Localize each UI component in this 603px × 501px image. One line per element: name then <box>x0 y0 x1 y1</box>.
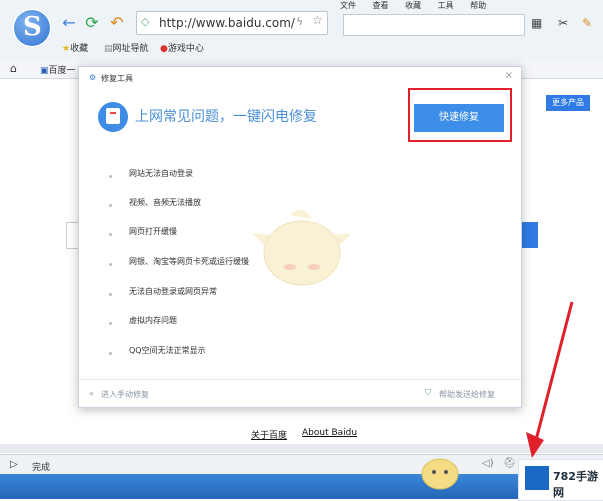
medical-kit-icon <box>98 102 128 132</box>
page-icon: ▤ <box>104 44 113 54</box>
star-icon[interactable]: ☆ <box>312 13 323 27</box>
send-feedback-link[interactable]: 帮助发送给修复 <box>439 389 495 400</box>
wrench-icon[interactable]: ✎ <box>582 16 592 30</box>
repair-tool-icon[interactable]: ⛑ <box>503 458 516 469</box>
issue-item: QQ空间无法正常显示 <box>129 346 206 355</box>
horizontal-scrollbar[interactable] <box>0 444 603 453</box>
watermark-text: 782手游网 <box>553 470 598 499</box>
bookmark-games[interactable]: ●游戏中心 <box>160 41 204 54</box>
issue-item: 网站无法自动登录 <box>129 169 193 178</box>
play-icon[interactable]: ▷ <box>10 459 18 470</box>
search-input[interactable] <box>343 14 525 36</box>
lightning-icon[interactable]: ϟ <box>296 15 303 28</box>
highlight-box <box>408 88 512 142</box>
url-text: http://www.baidu.com/ <box>159 16 295 30</box>
dialog-title: 修复工具 <box>101 74 133 83</box>
menu-bar: 文件 查看 收藏 工具 帮助 <box>340 0 603 12</box>
bullet <box>109 204 112 207</box>
dialog-footer: « 进入手动修复 ⛉ 帮助发送给修复 <box>79 379 521 408</box>
page-icon: ▣ <box>40 66 49 76</box>
bookmarks-bar: ★收藏 ▤网址导航 ●游戏中心 <box>0 36 603 58</box>
grid-icon[interactable]: ▦ <box>531 16 542 30</box>
bullet <box>109 233 112 236</box>
issue-item: 网页打开缓慢 <box>129 227 177 236</box>
bookmark-favorites[interactable]: ★收藏 <box>62 41 88 54</box>
issue-item: 无法自动登录或网页异常 <box>129 287 217 296</box>
status-bar: ▷ 完成 ◁) ⛑ <box>0 454 603 475</box>
red-arrow-annotation <box>526 301 574 458</box>
issue-item: 视频、音频无法播放 <box>129 198 201 207</box>
taskbar <box>0 474 603 499</box>
mascot-small-icon <box>421 458 459 490</box>
menu-tools[interactable]: 工具 <box>438 1 454 10</box>
bullet <box>109 352 112 355</box>
refresh-icon[interactable]: ⟳ <box>83 14 101 32</box>
speaker-icon[interactable]: ◁) <box>482 458 494 469</box>
mascot-watermark-icon <box>252 209 352 286</box>
back-icon[interactable]: ← <box>60 14 78 32</box>
about-baidu-link[interactable]: 关于百度 <box>251 428 287 441</box>
manual-fix-link[interactable]: 进入手动修复 <box>101 389 149 400</box>
search-button-edge[interactable] <box>520 222 538 248</box>
tool-icon: ⚙ <box>89 73 97 82</box>
close-icon[interactable]: × <box>505 70 513 81</box>
game-icon: ● <box>160 44 168 54</box>
more-products-button[interactable]: 更多产品 <box>546 95 590 111</box>
menu-help[interactable]: 帮助 <box>470 1 486 10</box>
shield-icon: ◇ <box>141 15 150 28</box>
menu-view[interactable]: 查看 <box>373 1 389 10</box>
status-text: 完成 <box>32 463 51 473</box>
issue-item: 虚拟内存问题 <box>129 316 177 325</box>
bullet <box>109 175 112 178</box>
tab-baidu[interactable]: ▣百度一 <box>40 63 76 76</box>
bookmark-nav[interactable]: ▤网址导航 <box>104 41 149 54</box>
menu-file[interactable]: 文件 <box>340 1 356 10</box>
bullet <box>109 263 112 266</box>
arrows-icon: « <box>89 389 94 398</box>
undo-icon[interactable]: ↶ <box>108 14 126 32</box>
watermark-logo-icon <box>525 466 549 490</box>
bullet <box>109 322 112 325</box>
site-watermark: 782手游网 <box>518 459 603 501</box>
about-baidu-en-link[interactable]: About Baidu <box>302 428 357 438</box>
bullet <box>109 293 112 296</box>
dialog-headline: 上网常见问题，一键闪电修复 <box>135 109 317 125</box>
menu-favorites[interactable]: 收藏 <box>405 1 421 10</box>
shield-icon: ⛉ <box>425 388 431 397</box>
issue-item: 网银、淘宝等网页卡死或运行缓慢 <box>129 257 249 266</box>
star-icon: ★ <box>62 44 71 54</box>
home-icon[interactable]: ⌂ <box>10 62 17 75</box>
scissors-icon[interactable]: ✂ <box>558 16 568 30</box>
